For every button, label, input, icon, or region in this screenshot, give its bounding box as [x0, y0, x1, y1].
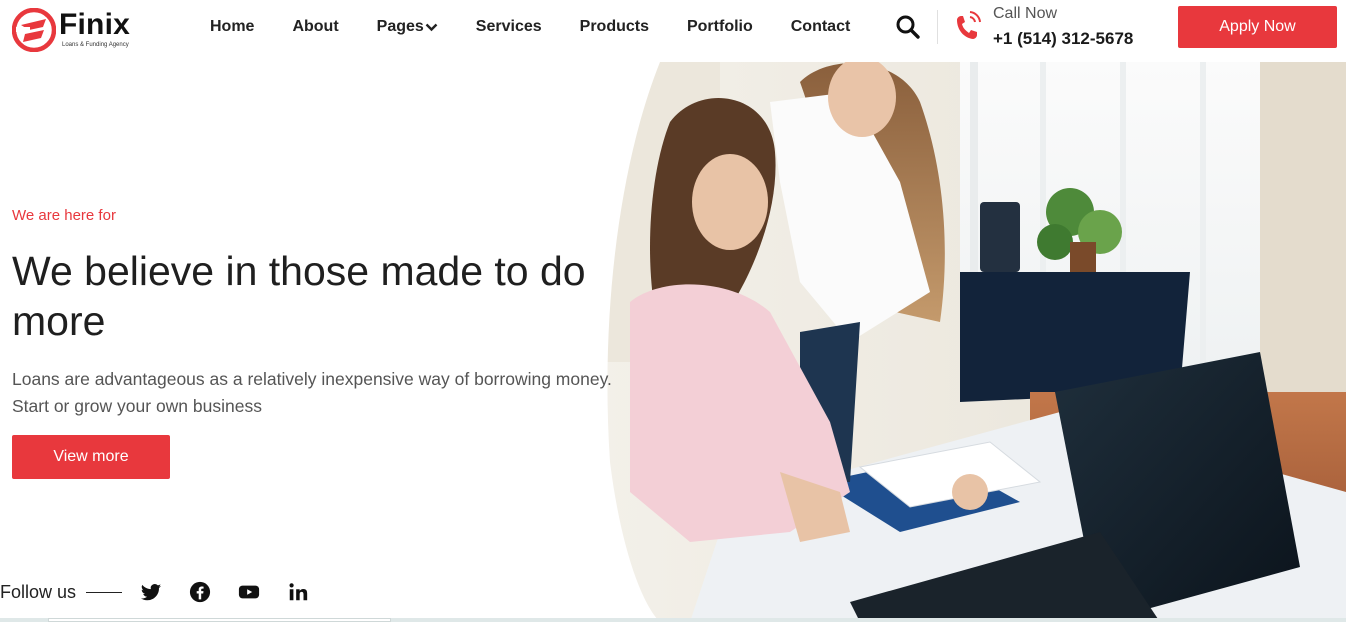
next-section-tab	[48, 618, 391, 622]
hero-lead: Loans are advantageous as a relatively i…	[12, 366, 652, 420]
nav-home[interactable]: Home	[210, 18, 254, 36]
nav-products-label: Products	[579, 18, 649, 35]
brand-logo[interactable]: Finix Loans & Funding Agency	[12, 6, 162, 52]
linkedin-icon[interactable]	[287, 581, 309, 603]
nav-services-label: Services	[475, 18, 542, 35]
finix-logo-icon	[12, 8, 56, 52]
nav-contact-label: Contact	[790, 18, 851, 35]
apply-now-button[interactable]: Apply Now	[1178, 6, 1337, 48]
brand-tagline: Loans & Funding Agency	[62, 42, 129, 48]
view-more-button[interactable]: View more	[12, 435, 170, 479]
nav-contact[interactable]: Contact	[791, 18, 851, 36]
phone-number-link[interactable]: +1 (514) 312-5678	[993, 29, 1133, 49]
follow-divider	[86, 591, 123, 593]
search-icon[interactable]	[895, 14, 921, 40]
hero-eyebrow: We are here for	[12, 207, 116, 224]
hero-lead-line-1: Loans are advantageous as a relatively i…	[12, 369, 612, 389]
brand-name: Finix	[59, 8, 131, 41]
office-scene-illustration	[600, 62, 1346, 622]
hero-photo	[600, 62, 1346, 622]
site-header: Finix Loans & Funding Agency Home About …	[0, 0, 1346, 62]
social-follow: Follow us	[0, 579, 336, 605]
follow-us-label: Follow us	[0, 581, 77, 602]
hero-headline: We believe in those made to do more	[12, 248, 586, 344]
phone-ringing-icon	[957, 11, 981, 39]
hero-lead-line-2: Start or grow your own business	[12, 396, 262, 416]
facebook-icon[interactable]	[189, 581, 211, 603]
nav-about-label: About	[292, 18, 339, 35]
nav-portfolio-label: Portfolio	[686, 18, 753, 35]
nav-pages[interactable]: Pages	[377, 18, 438, 36]
nav-services[interactable]: Services	[476, 18, 542, 36]
nav-pages-label: Pages	[376, 18, 424, 35]
call-now-label: Call Now	[993, 5, 1058, 22]
main-nav: Home About Pages Services Products Portf…	[210, 0, 888, 54]
nav-portfolio[interactable]: Portfolio	[687, 18, 753, 36]
chevron-down-icon	[425, 23, 438, 31]
twitter-icon[interactable]	[140, 581, 162, 603]
nav-about[interactable]: About	[292, 18, 338, 36]
youtube-icon[interactable]	[238, 581, 260, 603]
nav-home-label: Home	[210, 18, 255, 35]
nav-products[interactable]: Products	[580, 18, 649, 36]
header-divider	[937, 10, 938, 44]
